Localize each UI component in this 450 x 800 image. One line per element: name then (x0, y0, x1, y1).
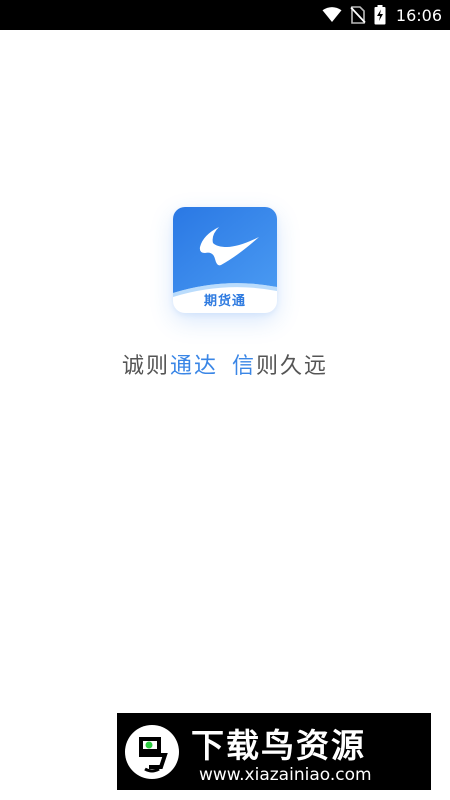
no-sim-icon (350, 6, 366, 24)
status-time: 16:06 (395, 5, 442, 25)
watermark-url: www.xiazainiao.com (199, 765, 372, 785)
splash-screen: 16:06 期货通 诚则通达 信则久远 下载鸟资源 www.xiazainiao… (0, 0, 450, 800)
wifi-icon (322, 7, 342, 23)
slogan-part-4: 则久远 (256, 354, 329, 379)
app-icon: 期货通 (173, 207, 277, 313)
slogan-part-1: 诚则 (121, 354, 170, 379)
battery-charging-icon (374, 5, 386, 25)
status-bar: 16:06 (0, 0, 450, 30)
slogan-part-3: 信 (232, 354, 257, 379)
watermark-title: 下载鸟资源 (191, 726, 366, 765)
app-icon-label: 期货通 (203, 294, 246, 309)
status-icons: 16:06 (322, 0, 442, 30)
bird-logo-icon (125, 725, 179, 779)
slogan: 诚则通达 信则久远 (0, 348, 450, 380)
slogan-part-2: 通达 (169, 354, 218, 379)
watermark-banner: 下载鸟资源 www.xiazainiao.com (117, 713, 431, 790)
